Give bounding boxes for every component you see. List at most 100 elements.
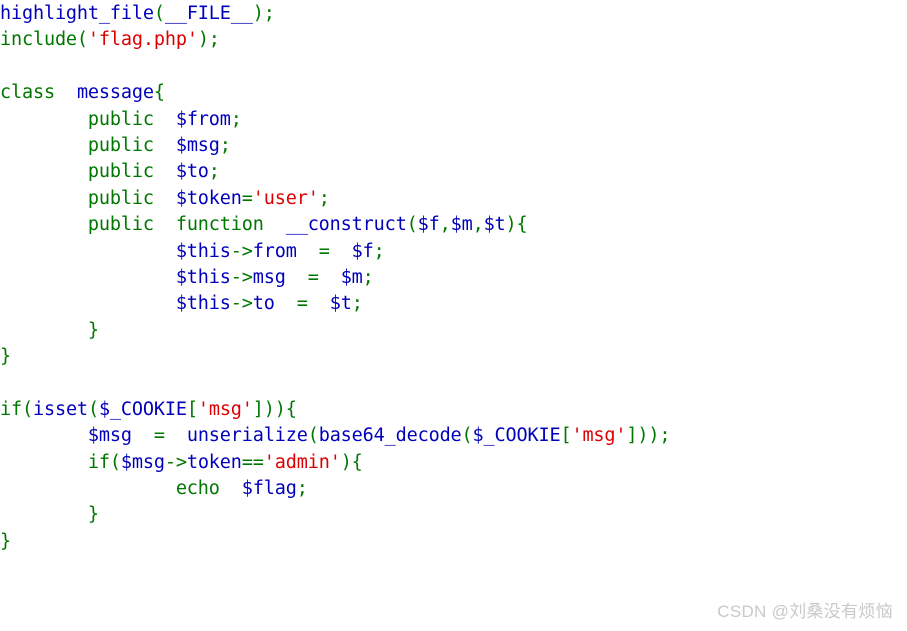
code-token: ( [76, 29, 88, 51]
code-token: public [87, 214, 154, 236]
code-token: 'msg' [571, 425, 627, 447]
code-token: ( [87, 398, 99, 420]
code-token: token [186, 451, 242, 473]
code-line: public function __construct($f,$m,$t){ [0, 212, 670, 238]
code-line: $msg = unserialize(base64_decode($_COOKI… [0, 423, 671, 449]
code-token: ])){ [252, 398, 297, 420]
code-token: __FILE__ [164, 3, 253, 24]
code-token: ; [230, 108, 242, 130]
code-token: $msg [120, 451, 165, 473]
php-source-code-block: highlight_file(__FILE__); include('flag.p… [0, 1, 671, 555]
code-token: unserialize [186, 425, 308, 447]
code-line: public $to; [0, 159, 670, 185]
code-token: ])); [626, 425, 671, 447]
code-token: __construct [285, 214, 407, 236]
code-token: == [241, 451, 264, 473]
code-token: msg [252, 266, 286, 288]
code-line: if(isset($_COOKIE['msg'])){ [0, 397, 670, 423]
code-token: $token [175, 187, 242, 209]
code-token: = [307, 266, 319, 288]
code-token: public [87, 134, 154, 156]
code-token: $from [175, 108, 231, 130]
code-token: ; [351, 293, 363, 315]
code-token: ; [296, 478, 308, 500]
code-token: class [0, 82, 55, 104]
code-token: $_COOKIE [472, 425, 561, 447]
code-token: [ [560, 425, 572, 447]
code-line: highlight_file(__FILE__); [0, 1, 670, 27]
code-token: $msg [175, 134, 220, 156]
code-token: if [0, 398, 22, 420]
code-token: $flag [241, 478, 297, 500]
code-token: function [175, 214, 264, 236]
code-token: $m [340, 266, 363, 288]
code-token: $this [175, 293, 231, 315]
code-token: $f [351, 240, 374, 262]
code-token: to [252, 293, 275, 315]
code-line: $this->from = $f; [0, 239, 670, 265]
code-token: ; [219, 134, 231, 156]
code-token: } [0, 319, 99, 341]
code-token: public [87, 108, 154, 130]
code-token: -> [164, 451, 187, 473]
code-token: $t [329, 293, 352, 315]
code-token: message [76, 82, 154, 104]
code-token: $to [175, 161, 209, 183]
code-token: 'flag.php' [87, 29, 198, 51]
code-line: $this->msg = $m; [0, 265, 670, 291]
code-token: 'msg' [197, 398, 253, 420]
code-token: if [87, 451, 110, 473]
code-token: = [241, 187, 253, 209]
code-token: ){ [340, 451, 363, 473]
code-token: } [0, 504, 99, 526]
code-token: isset [32, 398, 88, 420]
code-token: , [439, 214, 451, 236]
code-token: $t [483, 214, 506, 236]
code-token: } [0, 346, 11, 368]
code-token: highlight_file [0, 3, 154, 24]
code-token: ); [252, 3, 275, 24]
code-token: = [318, 240, 330, 262]
code-token: -> [230, 293, 253, 315]
code-token: = [153, 425, 165, 447]
code-line: public $token='user'; [0, 186, 670, 212]
code-token: ; [362, 266, 374, 288]
code-token: echo [175, 478, 220, 500]
csdn-watermark: CSDN @刘桑没有烦恼 [717, 602, 893, 621]
code-token: ( [307, 425, 319, 447]
code-token: public [87, 187, 154, 209]
code-line: } [0, 502, 670, 528]
code-line: public $msg; [0, 133, 670, 159]
code-token: ( [21, 398, 33, 420]
code-token: ){ [505, 214, 528, 236]
code-token: ; [373, 240, 385, 262]
code-line: if($msg->token=='admin'){ [0, 450, 670, 476]
code-token: [ [186, 398, 198, 420]
code-token: ( [153, 3, 165, 24]
